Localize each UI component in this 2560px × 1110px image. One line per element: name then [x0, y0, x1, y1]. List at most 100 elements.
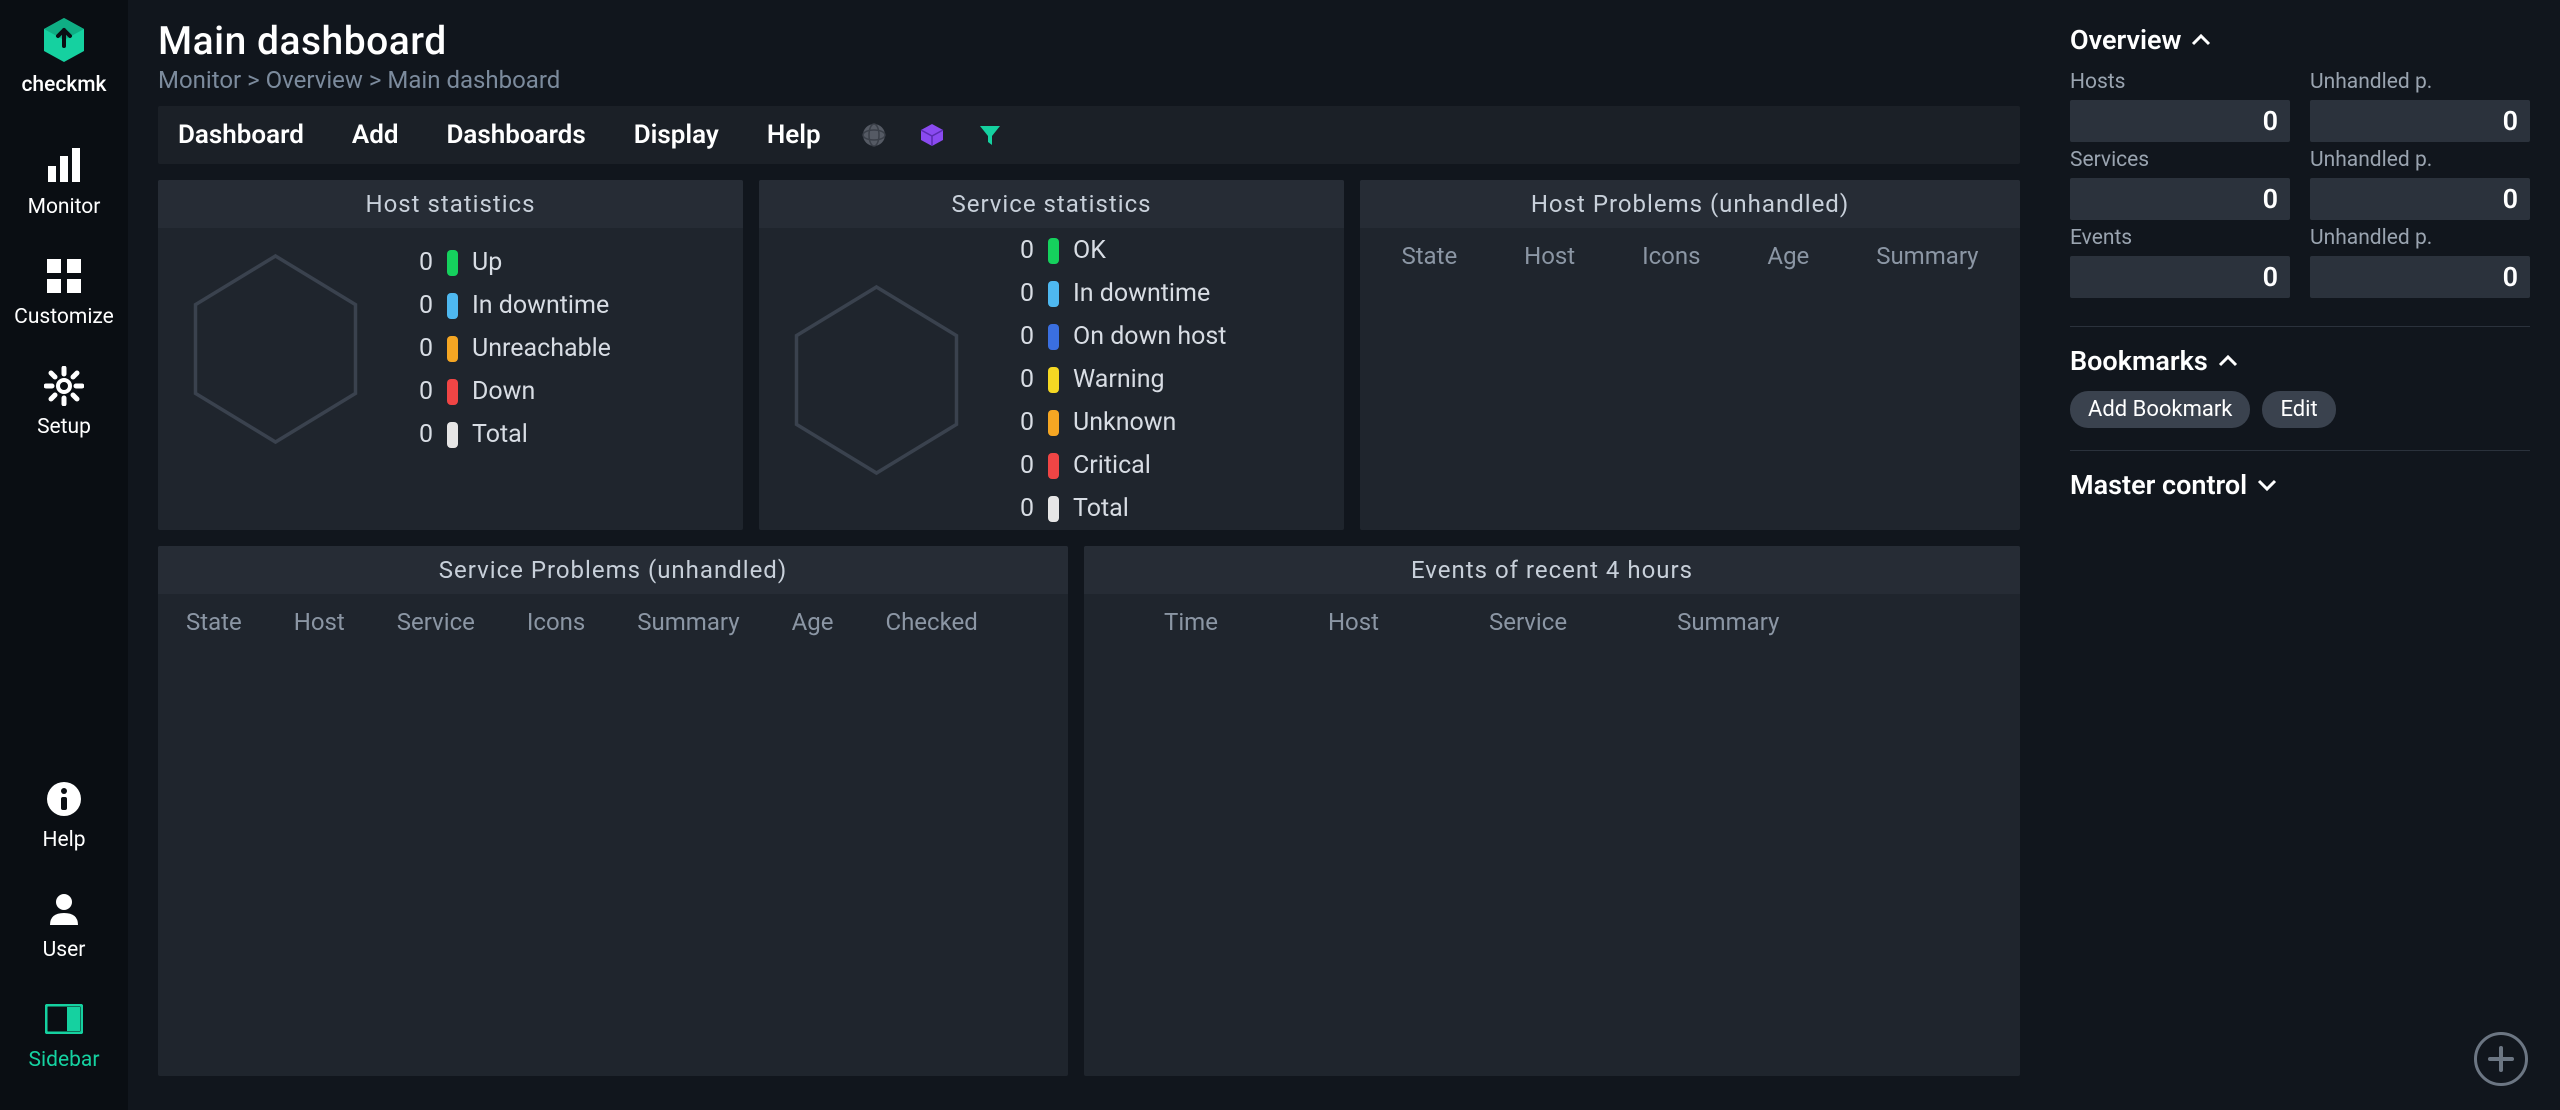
- stat-label: In downtime: [472, 291, 609, 320]
- nav-setup[interactable]: Setup: [0, 347, 128, 457]
- user-icon: [43, 888, 85, 930]
- crumb-monitor[interactable]: Monitor: [158, 66, 241, 94]
- stat-label: Up: [472, 248, 502, 277]
- column-header[interactable]: Age: [1767, 242, 1809, 270]
- sidebar-icon: [43, 998, 85, 1040]
- host-stat-row[interactable]: 0 In downtime: [403, 291, 611, 320]
- column-header[interactable]: Age: [792, 608, 834, 636]
- service-stat-row[interactable]: 0 Total: [1004, 494, 1226, 523]
- ov-hosts-unh-value[interactable]: 0: [2310, 100, 2530, 142]
- stat-label: OK: [1073, 236, 1106, 265]
- color-pip-icon: [1048, 238, 1059, 264]
- stat-count: 0: [1004, 365, 1034, 394]
- menu-dashboard[interactable]: Dashboard: [168, 120, 314, 150]
- service-stat-row[interactable]: 0 In downtime: [1004, 279, 1226, 308]
- stat-count: 0: [1004, 451, 1034, 480]
- add-bookmark-button[interactable]: Add Bookmark: [2070, 391, 2250, 428]
- column-header[interactable]: Host: [294, 608, 345, 636]
- right-sidebar: Overview Hosts Unhandled p. 0 0 Services…: [2050, 0, 2560, 1110]
- ov-hosts-value[interactable]: 0: [2070, 100, 2290, 142]
- main-content: Main dashboard Monitor > Overview > Main…: [128, 0, 2050, 1110]
- left-sidebar: checkmk Monitor Customize Setup Help Us: [0, 0, 128, 1110]
- menu-add[interactable]: Add: [342, 120, 409, 150]
- logo-icon[interactable]: [37, 12, 92, 67]
- add-snapin-button[interactable]: [2474, 1032, 2528, 1086]
- ov-services-value[interactable]: 0: [2070, 178, 2290, 220]
- host-stat-row[interactable]: 0Unreachable: [403, 334, 611, 363]
- nav-help[interactable]: Help: [0, 760, 128, 870]
- panel-title-service-stats: Service statistics: [759, 180, 1344, 228]
- service-stat-row[interactable]: 0Unknown: [1004, 408, 1226, 437]
- stat-label: Total: [472, 420, 528, 449]
- panel-events: Events of recent 4 hours TimeHostService…: [1084, 546, 2020, 1076]
- panel-title-service-problems: Service Problems (unhandled): [158, 546, 1068, 594]
- service-stat-row[interactable]: 0Critical: [1004, 451, 1226, 480]
- column-header[interactable]: Service: [397, 608, 475, 636]
- crumb-overview[interactable]: Overview: [266, 66, 363, 94]
- host-stat-row[interactable]: 0 Total: [403, 420, 611, 449]
- overview-grid: Hosts Unhandled p. 0 0 Services Unhandle…: [2070, 70, 2530, 298]
- menu-dashboards[interactable]: Dashboards: [436, 120, 595, 150]
- nav-customize[interactable]: Customize: [0, 237, 128, 347]
- column-header[interactable]: Time: [1164, 608, 1218, 636]
- divider: [2070, 450, 2530, 451]
- host-stat-row[interactable]: 0Down: [403, 377, 611, 406]
- info-icon: [43, 778, 85, 820]
- host-stat-row[interactable]: 0Up: [403, 248, 611, 277]
- color-pip-icon: [447, 422, 458, 448]
- column-header[interactable]: Host: [1524, 242, 1575, 270]
- ov-hosts-unh-label: Unhandled p.: [2310, 70, 2530, 94]
- column-header[interactable]: Icons: [527, 608, 585, 636]
- edit-bookmarks-button[interactable]: Edit: [2262, 391, 2335, 428]
- breadcrumb: Monitor > Overview > Main dashboard: [158, 66, 2020, 94]
- chevron-down-icon: [2257, 478, 2277, 492]
- ov-events-value[interactable]: 0: [2070, 256, 2290, 298]
- column-header[interactable]: Summary: [637, 608, 739, 636]
- globe-icon[interactable]: [859, 120, 889, 150]
- menu-display[interactable]: Display: [624, 120, 729, 150]
- column-header[interactable]: Checked: [885, 608, 977, 636]
- color-pip-icon: [1048, 453, 1059, 479]
- service-stat-row[interactable]: 0Warning: [1004, 365, 1226, 394]
- color-pip-icon: [447, 379, 458, 405]
- nav-monitor[interactable]: Monitor: [0, 127, 128, 237]
- stat-count: 0: [1004, 322, 1034, 351]
- stat-label: In downtime: [1073, 279, 1210, 308]
- grid-icon: [43, 255, 85, 297]
- service-stat-row[interactable]: 0OK: [1004, 236, 1226, 265]
- column-header[interactable]: Host: [1328, 608, 1379, 636]
- crumb-current: Main dashboard: [387, 66, 560, 94]
- column-header[interactable]: Service: [1489, 608, 1567, 636]
- stat-label: Total: [1073, 494, 1129, 523]
- stat-label: On down host: [1073, 322, 1226, 351]
- service-stat-row[interactable]: 0 On down host: [1004, 322, 1226, 351]
- stat-label: Down: [472, 377, 535, 406]
- stat-count: 0: [1004, 279, 1034, 308]
- nav-sidebar[interactable]: Sidebar: [0, 980, 128, 1090]
- color-pip-icon: [1048, 367, 1059, 393]
- stat-count: 0: [403, 420, 433, 449]
- stat-count: 0: [1004, 494, 1034, 523]
- color-pip-icon: [1048, 496, 1059, 522]
- snapin-master-header[interactable]: Master control: [2070, 469, 2530, 501]
- column-header[interactable]: Summary: [1876, 242, 1978, 270]
- chevron-up-icon: [2191, 33, 2211, 47]
- snapin-bookmarks-header[interactable]: Bookmarks: [2070, 345, 2530, 377]
- nav-user[interactable]: User: [0, 870, 128, 980]
- snapin-overview-header[interactable]: Overview: [2070, 24, 2530, 56]
- column-header[interactable]: State: [1401, 242, 1457, 270]
- stat-count: 0: [403, 291, 433, 320]
- bar-chart-icon: [43, 145, 85, 187]
- filter-icon[interactable]: [975, 120, 1005, 150]
- cube-icon[interactable]: [917, 120, 947, 150]
- panel-title-host-problems: Host Problems (unhandled): [1360, 180, 2020, 228]
- column-header[interactable]: Icons: [1642, 242, 1700, 270]
- ov-events-label: Events: [2070, 226, 2290, 250]
- color-pip-icon: [447, 293, 458, 319]
- ov-events-unh-value[interactable]: 0: [2310, 256, 2530, 298]
- column-header[interactable]: Summary: [1677, 608, 1779, 636]
- menu-help[interactable]: Help: [757, 120, 831, 150]
- host-hexagon-icon: [188, 249, 363, 449]
- column-header[interactable]: State: [186, 608, 242, 636]
- ov-services-unh-value[interactable]: 0: [2310, 178, 2530, 220]
